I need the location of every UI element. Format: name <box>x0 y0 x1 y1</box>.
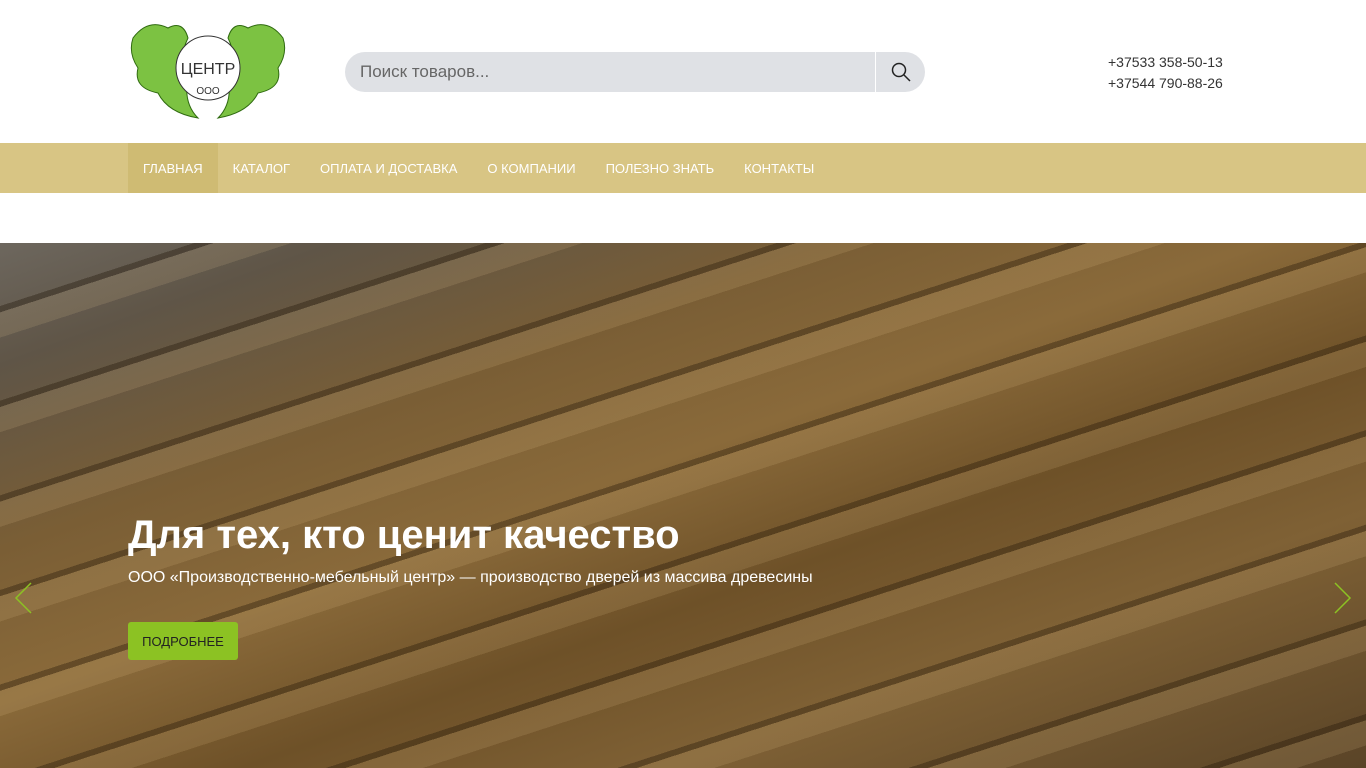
hero-title: Для тех, кто ценит качество <box>128 513 680 557</box>
hero-slider: Для тех, кто ценит качество ООО «Произво… <box>0 243 1366 768</box>
nav-catalog[interactable]: КАТАЛОГ <box>218 143 305 193</box>
hero-background-image <box>0 243 1366 768</box>
search-input[interactable] <box>345 52 875 92</box>
nav-home[interactable]: ГЛАВНАЯ <box>128 143 218 193</box>
more-button[interactable]: ПОДРОБНЕЕ <box>128 622 238 660</box>
nav-useful[interactable]: ПОЛЕЗНО ЗНАТЬ <box>591 143 730 193</box>
phone-1[interactable]: +37533 358-50-13 <box>1108 52 1223 73</box>
main-nav: ГЛАВНАЯ КАТАЛОГ ОПЛАТА И ДОСТАВКА О КОМП… <box>0 143 1366 193</box>
header: ЦЕНТР ООО +37533 358-50-13 +37544 790-88… <box>0 0 1366 143</box>
svg-text:ООО: ООО <box>196 86 220 97</box>
prev-arrow-icon[interactable] <box>14 581 34 615</box>
search-bar <box>345 52 925 92</box>
svg-text:ЦЕНТР: ЦЕНТР <box>181 61 236 78</box>
phone-2[interactable]: +37544 790-88-26 <box>1108 73 1223 94</box>
search-icon <box>891 62 911 82</box>
next-arrow-icon[interactable] <box>1332 581 1352 615</box>
search-button[interactable] <box>875 52 925 92</box>
phones: +37533 358-50-13 +37544 790-88-26 <box>1108 52 1223 94</box>
nav-contacts[interactable]: КОНТАКТЫ <box>729 143 829 193</box>
company-logo[interactable]: ЦЕНТР ООО <box>128 18 288 124</box>
nav-payment-delivery[interactable]: ОПЛАТА И ДОСТАВКА <box>305 143 472 193</box>
hero-subtitle: ООО «Производственно-мебельный центр» — … <box>128 569 813 586</box>
nav-about[interactable]: О КОМПАНИИ <box>472 143 590 193</box>
